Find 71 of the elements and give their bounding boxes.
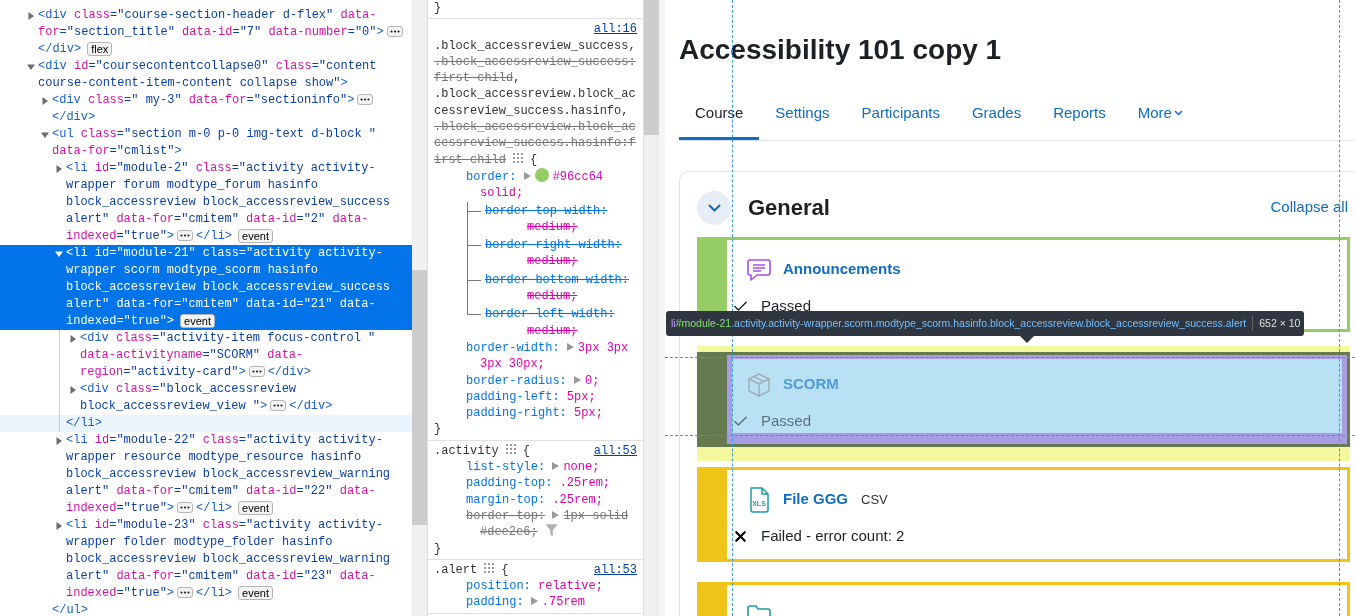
nav-tab[interactable]: Grades bbox=[955, 96, 1038, 140]
html-element-line[interactable]: <div class=" my-3" data-for="sectioninfo"> </div> bbox=[52, 92, 412, 126]
css-declaration[interactable]: border-right-width: medium; bbox=[485, 237, 637, 270]
html-element-line[interactable]: <li id="module-22" class="activity activity-wrapper resource modtype_resource hasinfo block_accessreview block_accessreview_warning alert" data-for="cmitem" data-id="22" data-indexed="true"> </li> event bbox=[66, 432, 412, 517]
triangle-right-icon[interactable] bbox=[41, 96, 49, 105]
css-declaration[interactable]: border: #96cc64 solid; bbox=[466, 167, 637, 202]
nav-tab[interactable]: Course bbox=[679, 96, 760, 140]
nav-tab[interactable]: Participants bbox=[845, 96, 956, 140]
scrollbar-thumb[interactable] bbox=[644, 0, 659, 135]
triangle-right-icon[interactable] bbox=[69, 385, 77, 394]
css-declaration[interactable]: margin-top: .25rem; bbox=[466, 491, 637, 508]
status-text: Passed bbox=[761, 411, 812, 432]
html-element-line[interactable]: <li id="module-2" class="activity activity-wrapper forum modtype_forum hasinfo block_accessreview block_accessreview_success alert" data-for="cmitem" data-id="2" data-indexed="true"> </li> event bbox=[66, 160, 412, 245]
scrollbar-thumb[interactable] bbox=[412, 270, 427, 525]
css-selector-list: .block_accessreview_success, .block_accessreview_success:first-child, .block_accessreview.block_accessreview_success.hasinfo, .block_accessreview.block_accessreview_success.hasinfo:first-child { bbox=[434, 37, 637, 168]
css-declaration[interactable]: padding-right: 5px; bbox=[466, 405, 637, 422]
chat-icon bbox=[746, 256, 772, 283]
css-declaration[interactable]: padding-top: .25rem; bbox=[466, 475, 637, 492]
x-icon bbox=[732, 528, 749, 545]
triangle-right-icon[interactable] bbox=[55, 164, 63, 173]
css-declaration[interactable]: list-style: none; bbox=[466, 459, 637, 476]
source-link[interactable]: all:53 bbox=[593, 442, 637, 459]
html-element-line[interactable]: <li id="module-23" class="activity activity-wrapper folder modtype_folder hasinfo block_accessreview block_accessreview_warning alert" data-for="cmitem" data-id="23" data-indexed="true"> </li> event bbox=[66, 517, 412, 602]
triangle-right-icon[interactable] bbox=[69, 334, 77, 343]
status-text: Passed bbox=[761, 296, 812, 317]
css-declaration[interactable]: padding-left: 5px; bbox=[466, 388, 637, 406]
css-selector-list: .activity { bbox=[434, 442, 530, 459]
triangle-right-icon[interactable] bbox=[55, 436, 63, 445]
status-text: Failed - error count: 2 bbox=[761, 526, 905, 547]
css-selector-list: .alert { bbox=[434, 561, 509, 579]
nav-tab[interactable]: Reports bbox=[1037, 96, 1122, 140]
nav-tab[interactable]: Settings bbox=[759, 96, 846, 140]
course-title: Accessibility 101 copy 1 bbox=[679, 33, 1003, 67]
css-declaration[interactable]: border-top: 1px solid #dee2e6; bbox=[466, 507, 637, 541]
html-element-line[interactable]: <div class="course-section-header d-flex" data-for="section_title" data-id="7" data-number="0"> </div> flex bbox=[38, 7, 412, 58]
file-type-label: CSV bbox=[861, 490, 888, 509]
triangle-right-icon[interactable] bbox=[55, 521, 63, 530]
html-element-line[interactable]: <div class="block_accessreview block_accessreview_view "> </div> bbox=[80, 381, 412, 415]
css-declaration[interactable]: border-bottom-width: medium; bbox=[485, 271, 637, 305]
triangle-down-icon[interactable] bbox=[55, 249, 63, 258]
selected-node-row[interactable]: <li id="module-21" class="activity activity-wrapper scorm modtype_scorm hasinfo block_accessreview block_accessreview_success alert" data-for="cmitem" data-id="21" data-indexed="true"> event bbox=[0, 245, 412, 330]
close-brace: } bbox=[434, 540, 443, 557]
html-element-line[interactable]: <ul class="section m-0 p-0 img-text d-block " data-for="cmlist"> bbox=[52, 126, 412, 160]
triangle-right-icon[interactable] bbox=[27, 11, 35, 20]
close-brace: } bbox=[434, 421, 443, 438]
triangle-down-icon[interactable] bbox=[41, 130, 49, 139]
activity-link[interactable]: File GGG bbox=[783, 488, 848, 511]
css-declaration[interactable]: border-radius: 0; bbox=[466, 372, 637, 389]
css-declaration[interactable]: position: relative; bbox=[466, 578, 637, 595]
closing-tag: </ul> bbox=[52, 603, 88, 616]
css-declaration[interactable]: border-top-width: medium; bbox=[485, 202, 637, 236]
nav-tab[interactable]: More bbox=[1121, 96, 1199, 140]
chevron-down-icon bbox=[707, 203, 721, 212]
closing-tag: </li> bbox=[66, 416, 102, 430]
activity-link[interactable]: Announcements bbox=[783, 258, 901, 281]
source-link[interactable]: all:53 bbox=[593, 561, 637, 579]
element-size: 652 × 10 bbox=[1259, 315, 1301, 331]
css-declaration[interactable]: border-left-width: medium; bbox=[485, 306, 637, 339]
html-element-line[interactable]: <div class="activity-item focus-control " data-activityname="SCORM" data-region="activity-card"> </div> bbox=[80, 330, 412, 381]
section-title: General bbox=[748, 194, 830, 222]
chevron-down-icon bbox=[1173, 110, 1183, 117]
cube-icon bbox=[746, 371, 772, 398]
element-selector: li#module-21.activity.activity-wrapper.scorm.modtype_scorm.hasinfo.block_accessreview.block_accessreview_success.alert bbox=[671, 315, 1247, 331]
html-element-line[interactable]: <li id="module-21" class="activity activity-wrapper scorm modtype_scorm hasinfo block_accessreview block_accessreview_success alert" data-for="cmitem" data-id="21" data-indexed="true"> event bbox=[66, 245, 412, 330]
css-declaration[interactable]: border-width: 3px 3px 3px 30px; bbox=[466, 339, 637, 373]
triangle-down-icon[interactable] bbox=[27, 62, 35, 71]
collapse-toggle-button[interactable] bbox=[697, 190, 731, 225]
close-brace: } bbox=[434, 0, 443, 17]
html-element-line[interactable]: <div id="coursecontentcollapse0" class="content course-content-item-content collapse show"> bbox=[38, 58, 412, 92]
source-link[interactable]: all:16 bbox=[593, 21, 637, 38]
css-declaration[interactable]: padding: .75rem bbox=[466, 594, 637, 611]
